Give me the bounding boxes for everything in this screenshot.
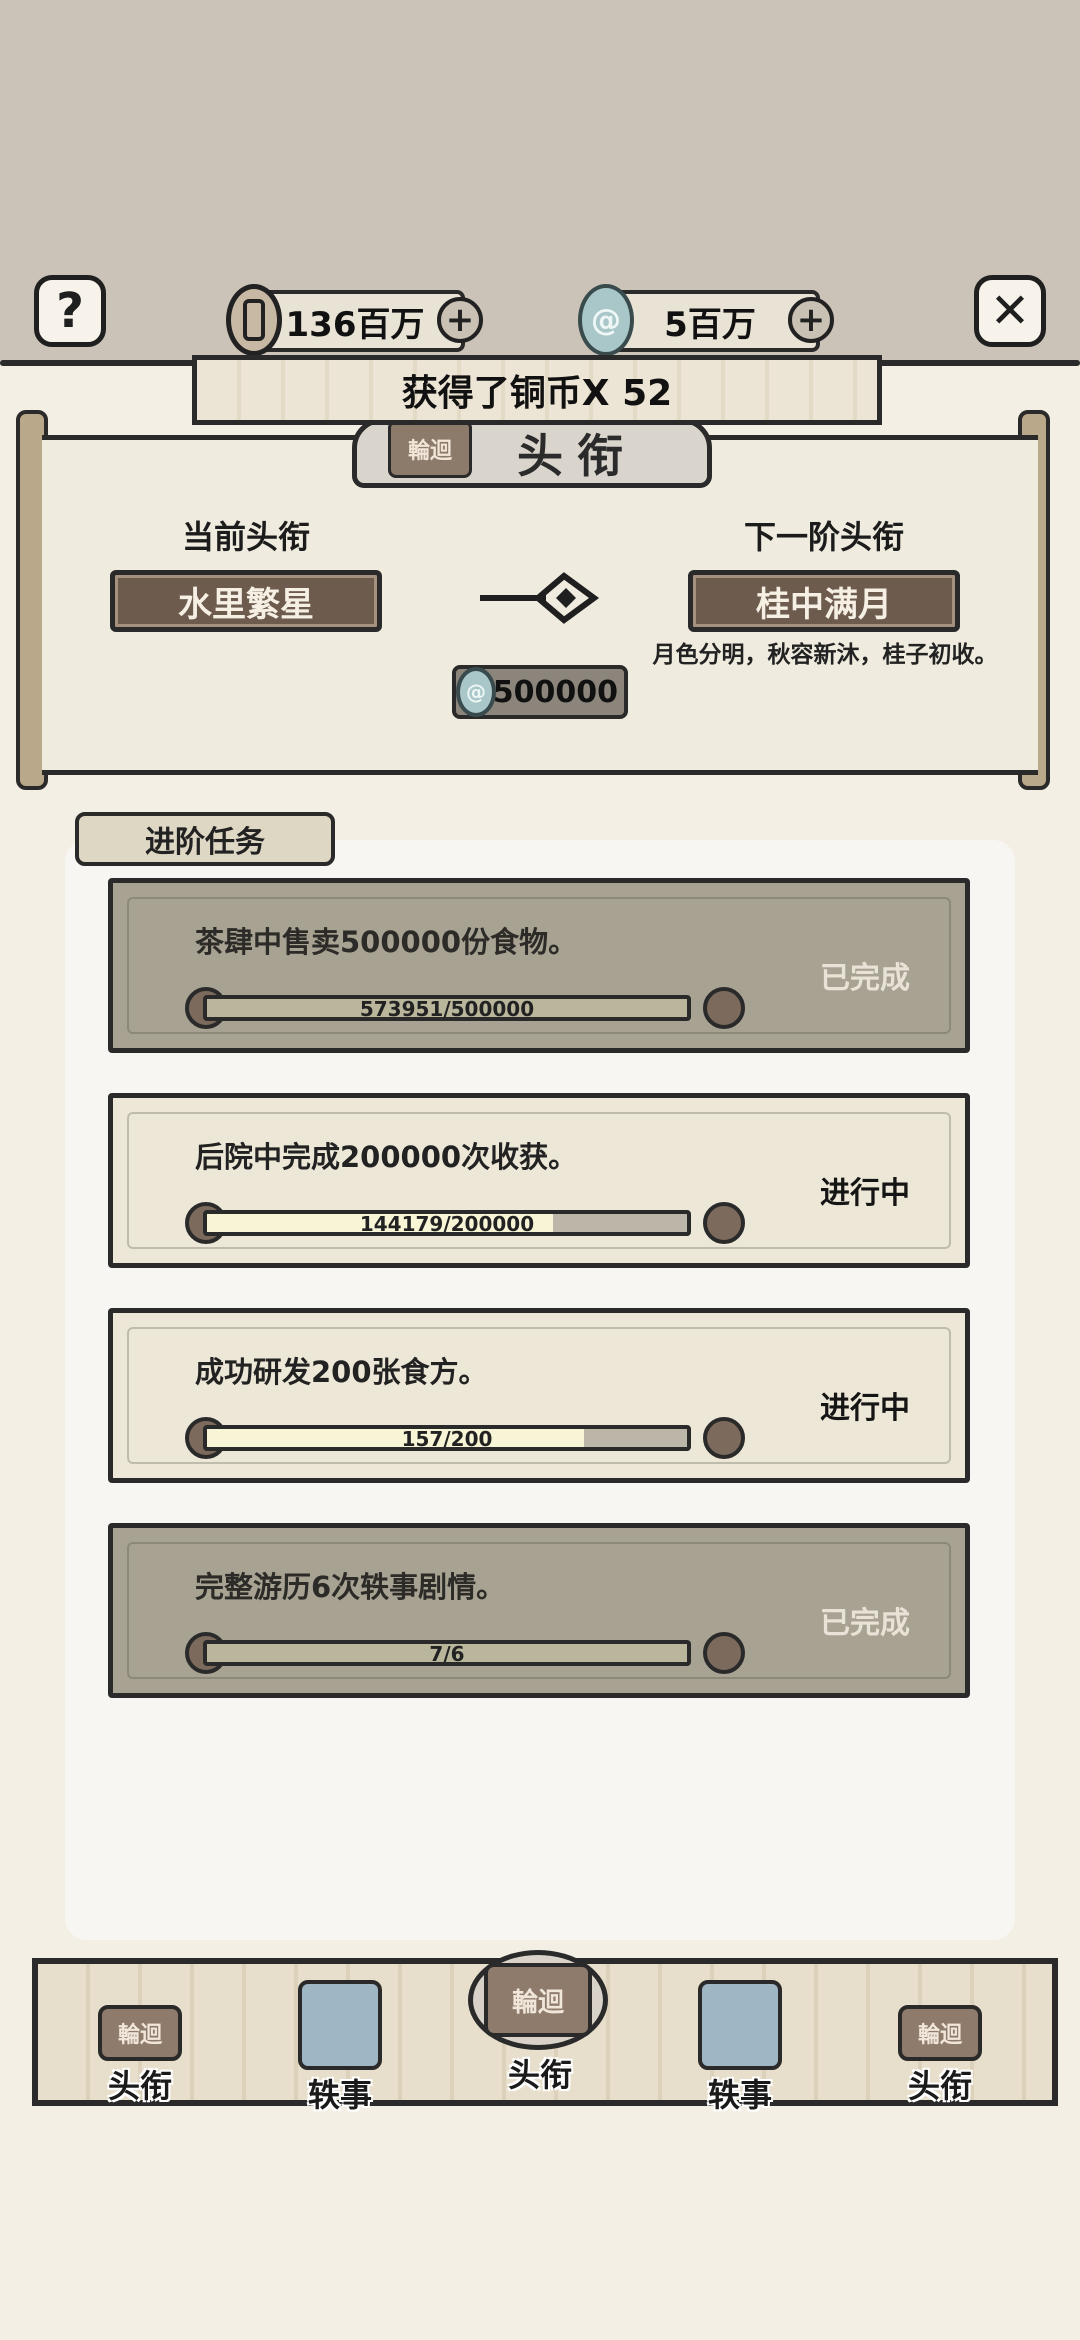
jade-icon: @ bbox=[456, 667, 496, 717]
task-status: 已完成 bbox=[820, 1606, 910, 1641]
jade-amount: 5百万 bbox=[664, 304, 756, 345]
progress-text: 7/6 bbox=[429, 1642, 465, 1666]
close-icon: ✕ bbox=[989, 283, 1031, 339]
question-icon: ? bbox=[56, 283, 84, 339]
title-seal-icon: 輪迴 bbox=[388, 420, 472, 478]
task-card[interactable]: 茶肆中售卖500000份食物。已完成 573951/500000 bbox=[108, 878, 970, 1053]
task-title: 茶肆中售卖500000份食物。 bbox=[195, 925, 578, 959]
task-status: 已完成 bbox=[820, 961, 910, 996]
progress-text: 573951/500000 bbox=[359, 997, 535, 1021]
progress-bar: 157/200 bbox=[203, 1425, 691, 1451]
toast-text: 获得了铜币X 52 bbox=[401, 373, 673, 414]
seal-icon: 輪迴 bbox=[898, 2005, 982, 2061]
nav-item[interactable]: 輪迴 头衔 bbox=[70, 2005, 210, 2107]
coin-icon bbox=[226, 284, 282, 356]
advance-tasks-tab[interactable]: 进阶任务 bbox=[75, 812, 335, 866]
progress-text: 157/200 bbox=[401, 1427, 493, 1451]
reward-toast: 获得了铜币X 52 bbox=[192, 355, 882, 425]
progress-bar: 573951/500000 bbox=[203, 995, 691, 1021]
jade-icon: @ bbox=[578, 284, 634, 356]
add-jade-button[interactable]: + bbox=[788, 297, 834, 343]
progress-cap-right bbox=[703, 1417, 745, 1459]
task-card[interactable]: 完整游历6次轶事剧情。已完成 7/6 bbox=[108, 1523, 970, 1698]
nav-item[interactable]: 轶事 bbox=[670, 1980, 810, 2116]
nav-label: 轶事 bbox=[707, 2076, 772, 2114]
advance-tasks-label: 进阶任务 bbox=[145, 825, 265, 860]
progress-bar: 7/6 bbox=[203, 1640, 691, 1666]
close-button[interactable]: ✕ bbox=[974, 275, 1046, 347]
nav-label: 头衔 bbox=[507, 2056, 572, 2094]
add-coins-button[interactable]: + bbox=[437, 297, 483, 343]
help-button[interactable]: ? bbox=[34, 275, 106, 347]
next-rank-label: 下一阶头衔 bbox=[743, 518, 904, 556]
center-seal-text: 輪迴 bbox=[511, 1987, 564, 2018]
current-rank-label: 当前头衔 bbox=[181, 518, 310, 556]
task-title: 完整游历6次轶事剧情。 bbox=[195, 1570, 506, 1604]
task-status: 进行中 bbox=[820, 1391, 910, 1426]
task-title: 后院中完成200000次收获。 bbox=[195, 1140, 578, 1174]
progress-text: 144179/200000 bbox=[359, 1212, 535, 1236]
arrow-right-icon bbox=[480, 572, 600, 624]
coin-amount: 136百万 bbox=[285, 304, 425, 345]
scroll-icon bbox=[698, 1980, 782, 2070]
title-seal-text: 輪迴 bbox=[407, 439, 452, 464]
current-rank-badge: 水里繁星 bbox=[110, 570, 382, 632]
nav-item[interactable]: 轶事 bbox=[270, 1980, 410, 2116]
nav-label: 头衔 bbox=[107, 2067, 172, 2105]
seal-icon: 輪迴 bbox=[98, 2005, 182, 2061]
rank-title: 头衔 bbox=[517, 429, 637, 483]
nav-label: 头衔 bbox=[907, 2067, 972, 2105]
nav-label: 轶事 bbox=[307, 2076, 372, 2114]
next-rank-badge: 桂中满月 bbox=[688, 570, 960, 632]
top-background bbox=[0, 0, 1080, 365]
scroll-icon bbox=[298, 1980, 382, 2070]
next-rank-description: 月色分明，秋容新沐，桂子初收。 bbox=[652, 642, 998, 668]
current-rank-name: 水里繁星 bbox=[178, 584, 314, 625]
next-rank-name: 桂中满月 bbox=[756, 584, 892, 625]
task-title: 成功研发200张食方。 bbox=[195, 1355, 488, 1389]
task-card[interactable]: 后院中完成200000次收获。进行中 144179/200000 bbox=[108, 1093, 970, 1268]
progress-cap-right bbox=[703, 1632, 745, 1674]
nav-center-seal-icon[interactable]: 輪迴 bbox=[468, 1950, 608, 2050]
task-card[interactable]: 成功研发200张食方。进行中 157/200 bbox=[108, 1308, 970, 1483]
progress-cap-right bbox=[703, 1202, 745, 1244]
task-status: 进行中 bbox=[820, 1176, 910, 1211]
progress-cap-right bbox=[703, 987, 745, 1029]
nav-item[interactable]: 头衔 bbox=[470, 2050, 610, 2096]
nav-item[interactable]: 輪迴 头衔 bbox=[870, 2005, 1010, 2107]
progress-bar: 144179/200000 bbox=[203, 1210, 691, 1236]
